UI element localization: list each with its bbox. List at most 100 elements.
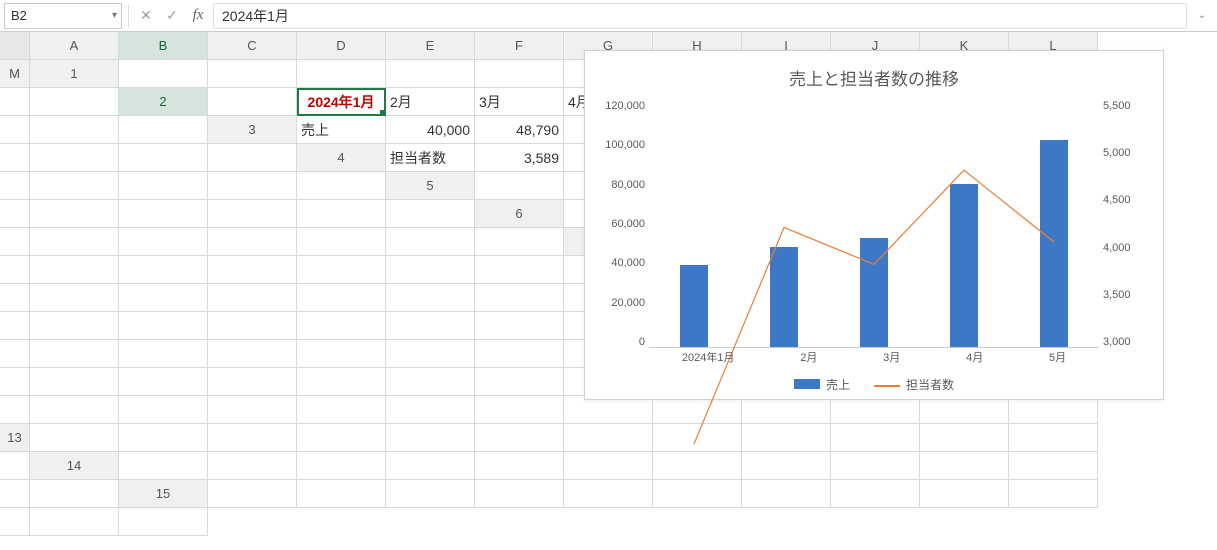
cell[interactable]: 売上 <box>297 116 386 144</box>
cell[interactable] <box>119 340 208 368</box>
cell[interactable] <box>0 480 30 508</box>
cell[interactable] <box>297 228 386 256</box>
cell[interactable] <box>208 480 297 508</box>
cell[interactable] <box>0 172 30 200</box>
cell[interactable] <box>0 144 30 172</box>
cell[interactable] <box>386 284 475 312</box>
cell[interactable]: 2024年1月 <box>297 88 386 116</box>
cell[interactable]: 48,790 <box>475 116 564 144</box>
column-header[interactable]: B <box>119 32 208 60</box>
cell[interactable] <box>0 200 30 228</box>
cell[interactable] <box>30 116 119 144</box>
cell[interactable] <box>0 508 30 536</box>
cell[interactable] <box>0 452 30 480</box>
cell[interactable] <box>564 396 653 424</box>
cell[interactable]: 3,589 <box>475 144 564 172</box>
cell[interactable] <box>386 60 475 88</box>
column-header[interactable]: D <box>297 32 386 60</box>
row-header[interactable]: 13 <box>0 424 30 452</box>
cell[interactable] <box>119 396 208 424</box>
cell[interactable] <box>386 424 475 452</box>
cell[interactable] <box>386 452 475 480</box>
cell[interactable] <box>119 284 208 312</box>
cell[interactable] <box>30 284 119 312</box>
cell[interactable] <box>119 144 208 172</box>
cell[interactable]: 担当者数 <box>386 144 475 172</box>
cell[interactable] <box>0 340 30 368</box>
cell[interactable] <box>0 88 30 116</box>
cell[interactable] <box>0 368 30 396</box>
cell[interactable] <box>208 452 297 480</box>
cell[interactable] <box>208 88 297 116</box>
cell[interactable] <box>0 116 30 144</box>
cell[interactable] <box>0 228 30 256</box>
cell[interactable] <box>208 284 297 312</box>
cell[interactable] <box>297 368 386 396</box>
cell[interactable] <box>208 368 297 396</box>
cell[interactable] <box>475 228 564 256</box>
cell[interactable] <box>119 312 208 340</box>
cell[interactable] <box>297 424 386 452</box>
column-header[interactable]: F <box>475 32 564 60</box>
column-header[interactable]: E <box>386 32 475 60</box>
row-header[interactable]: 14 <box>30 452 119 480</box>
cell[interactable] <box>386 256 475 284</box>
cell[interactable] <box>297 396 386 424</box>
formula-input[interactable]: 2024年1月 <box>213 3 1187 29</box>
cell[interactable] <box>386 368 475 396</box>
column-header[interactable]: M <box>0 60 30 88</box>
cell[interactable] <box>30 88 119 116</box>
cell[interactable] <box>0 284 30 312</box>
column-header[interactable]: A <box>30 32 119 60</box>
select-all-corner[interactable] <box>0 32 30 60</box>
cell[interactable] <box>208 396 297 424</box>
cell[interactable] <box>297 60 386 88</box>
cell[interactable] <box>119 368 208 396</box>
cell[interactable] <box>30 200 119 228</box>
row-header[interactable]: 4 <box>297 144 386 172</box>
chart[interactable]: 売上と担当者数の推移 120,000100,00080,00060,00040,… <box>584 50 1164 400</box>
cell[interactable] <box>30 256 119 284</box>
cell[interactable] <box>475 312 564 340</box>
cell[interactable] <box>30 144 119 172</box>
cell[interactable] <box>475 172 564 200</box>
cell[interactable] <box>119 228 208 256</box>
cell[interactable] <box>119 452 208 480</box>
cell[interactable] <box>119 200 208 228</box>
check-icon[interactable]: ✓ <box>161 5 183 27</box>
cell[interactable] <box>564 424 653 452</box>
cell[interactable] <box>475 340 564 368</box>
cell[interactable] <box>30 340 119 368</box>
row-header[interactable]: 1 <box>30 60 119 88</box>
cell[interactable] <box>297 312 386 340</box>
cell[interactable] <box>30 480 119 508</box>
cell[interactable] <box>119 60 208 88</box>
row-header[interactable]: 3 <box>208 116 297 144</box>
cell[interactable] <box>297 340 386 368</box>
fx-icon[interactable]: fx <box>187 5 209 27</box>
cancel-icon[interactable]: ✕ <box>135 5 157 27</box>
cell[interactable] <box>208 312 297 340</box>
cell[interactable] <box>475 284 564 312</box>
cell[interactable] <box>30 228 119 256</box>
column-header[interactable]: C <box>208 32 297 60</box>
cell[interactable] <box>564 480 653 508</box>
cell[interactable] <box>297 452 386 480</box>
cell[interactable] <box>386 228 475 256</box>
cell[interactable] <box>119 172 208 200</box>
cell[interactable]: 3月 <box>475 88 564 116</box>
row-header[interactable]: 2 <box>119 88 208 116</box>
cell[interactable] <box>386 200 475 228</box>
chevron-down-icon[interactable]: ▾ <box>112 10 117 21</box>
cell[interactable] <box>475 396 564 424</box>
cell[interactable] <box>119 424 208 452</box>
expand-formula-bar-icon[interactable]: ⌄ <box>1191 10 1213 21</box>
cell[interactable] <box>30 312 119 340</box>
cell[interactable] <box>475 480 564 508</box>
cell[interactable] <box>386 340 475 368</box>
cell[interactable] <box>386 396 475 424</box>
cell[interactable] <box>0 312 30 340</box>
cell[interactable] <box>475 452 564 480</box>
cell[interactable] <box>30 368 119 396</box>
cell[interactable] <box>208 340 297 368</box>
